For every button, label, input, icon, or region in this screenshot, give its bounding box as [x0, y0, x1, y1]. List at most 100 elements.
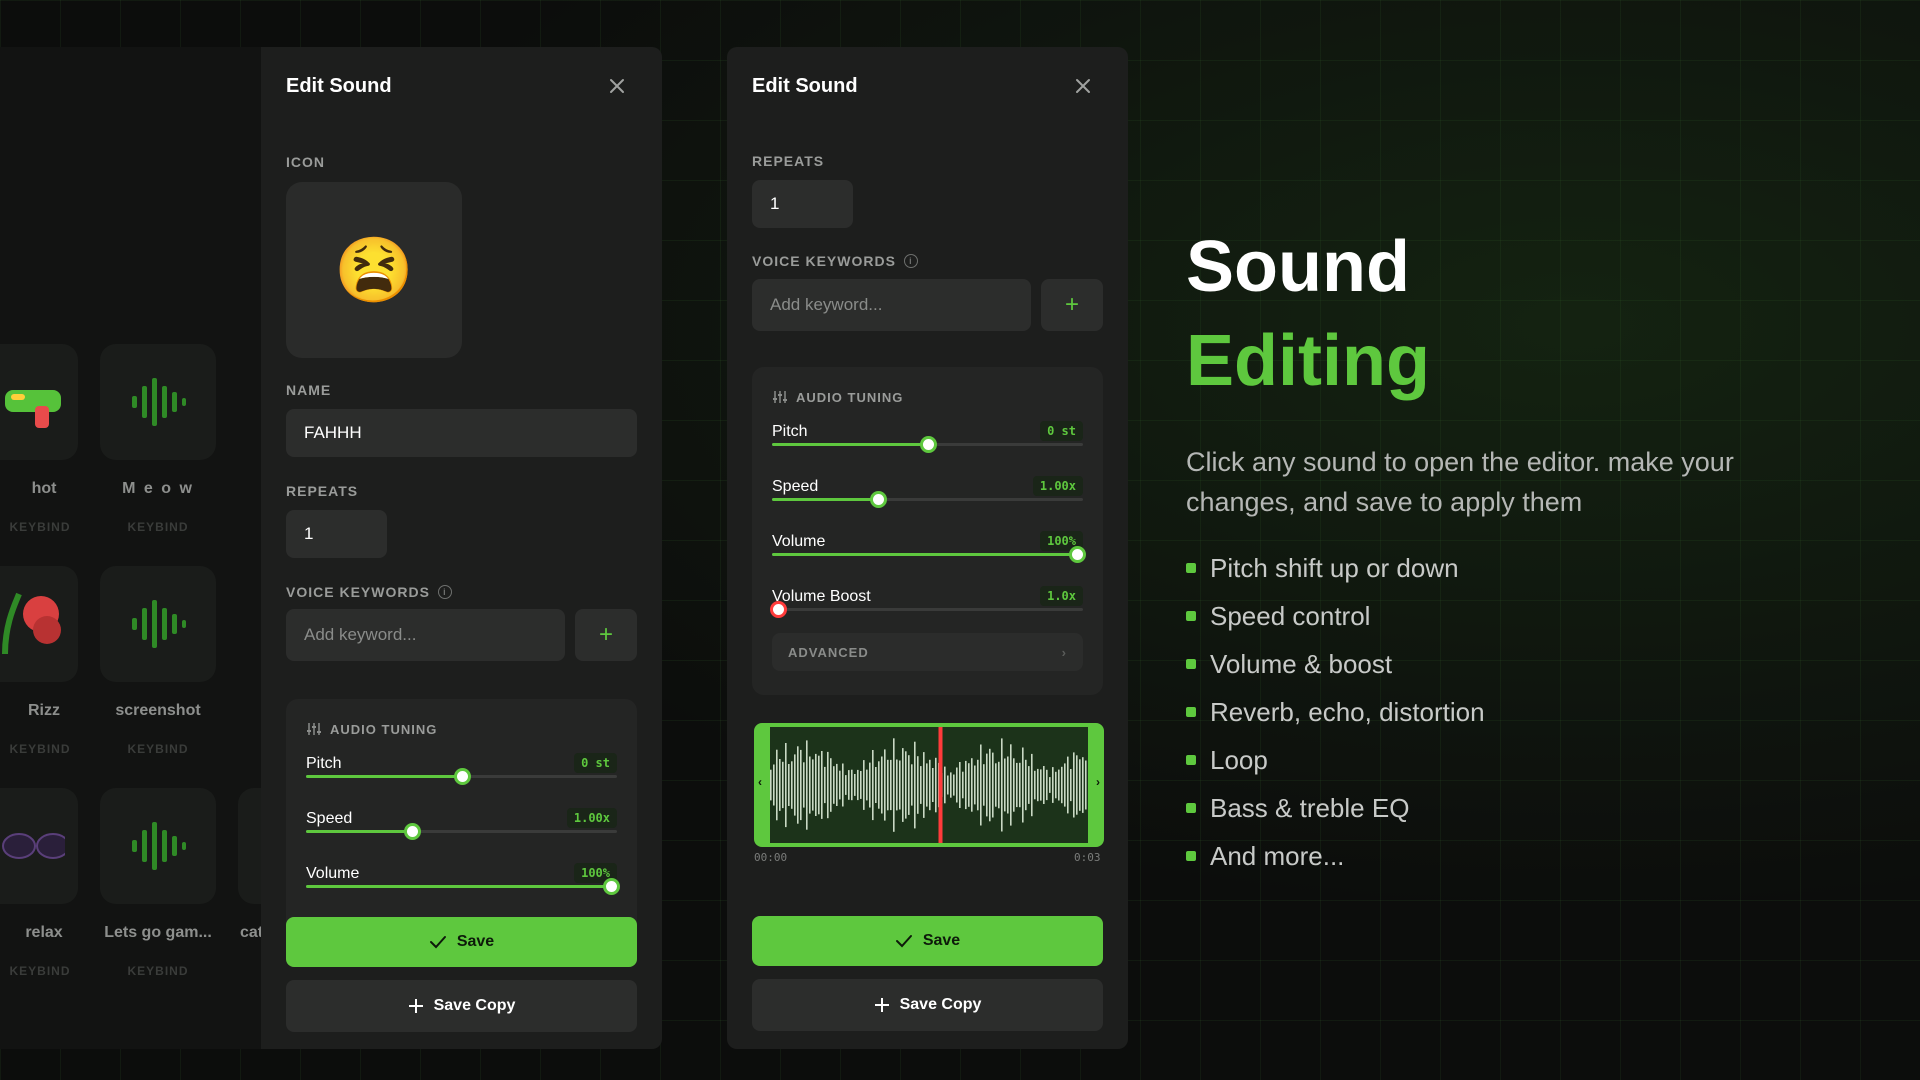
close-icon[interactable] — [608, 77, 626, 95]
time-end: 0:03 — [1074, 851, 1101, 864]
info-icon[interactable]: i — [903, 254, 918, 268]
waveform-bar — [962, 771, 964, 799]
icon-picker[interactable]: 😫 — [286, 182, 462, 358]
waveform-icon — [100, 566, 216, 682]
waveform-bar — [1073, 752, 1075, 818]
sound-card-keybind: KEYBIND — [9, 520, 71, 534]
slider-pitch[interactable]: Pitch 0 st — [306, 753, 617, 799]
check-icon — [895, 935, 912, 948]
slider-pitch[interactable]: Pitch 0 st — [772, 421, 1083, 467]
trim-end-handle[interactable]: › — [1096, 775, 1100, 789]
sound-card-name: cat — [240, 924, 262, 941]
keyword-input[interactable]: Add keyword... — [286, 609, 565, 661]
close-icon[interactable] — [1074, 77, 1092, 95]
slider-volume-boost[interactable]: Volume Boost 1.0x — [770, 586, 1083, 632]
bullet-icon — [1186, 803, 1196, 813]
voice-keywords-label: VOICE KEYWORDS i — [286, 584, 452, 600]
waveform-bar — [980, 744, 982, 826]
feature-item: And more... — [1186, 832, 1886, 880]
sound-card[interactable]: relax KEYBIND — [0, 788, 90, 978]
waveform-bar — [995, 763, 997, 807]
slider-speed[interactable]: Speed 1.00x — [772, 476, 1083, 522]
sound-card[interactable]: hot KEYBIND — [0, 344, 90, 534]
slider-speed[interactable]: Speed 1.00x — [306, 808, 617, 854]
hero-description: Click any sound to open the editor. make… — [1186, 447, 1734, 517]
slider-label: Volume — [772, 533, 826, 550]
repeats-input[interactable]: 1 — [752, 180, 853, 228]
advanced-toggle[interactable]: ADVANCED › — [772, 633, 1083, 671]
sound-card-keybind: KEYBIND — [127, 742, 189, 756]
save-copy-button[interactable]: Save Copy — [752, 979, 1103, 1031]
waveform-bar — [908, 755, 910, 815]
waveform-bar — [1013, 758, 1015, 812]
slider-thumb[interactable] — [919, 436, 937, 453]
waveform-bar — [791, 761, 793, 809]
bullet-icon — [1186, 707, 1196, 717]
waveform-bar — [878, 761, 880, 809]
slider-volume[interactable]: Volume 100% — [772, 531, 1086, 577]
save-button[interactable]: Save — [752, 916, 1103, 966]
save-copy-button[interactable]: Save Copy — [286, 980, 637, 1032]
waveform-bar — [1022, 747, 1024, 823]
voice-keywords-label: VOICE KEYWORDS i — [752, 253, 918, 269]
hero-title-line2: Editing — [1186, 321, 1430, 401]
waveform-bar — [1025, 759, 1027, 811]
waveform-bar — [1040, 769, 1042, 801]
waveform-bar — [809, 756, 811, 814]
add-keyword-button[interactable]: + — [1041, 279, 1103, 331]
waveform-bar — [1064, 763, 1066, 807]
waveform-bar — [911, 764, 913, 806]
waveform-bar — [773, 764, 775, 806]
waveform-trimmer[interactable]: ‹ › — [754, 723, 1104, 847]
waveform-bar — [929, 759, 931, 811]
waveform-bar — [926, 763, 928, 807]
waveform-bar — [887, 759, 889, 811]
trim-start-handle[interactable]: ‹ — [758, 775, 762, 789]
add-keyword-button[interactable]: + — [575, 609, 637, 661]
sound-card-name: Rizz — [28, 702, 60, 719]
slider-thumb[interactable] — [869, 491, 887, 508]
sound-card[interactable]: cat — [226, 788, 262, 942]
waveform-bar — [1085, 760, 1087, 810]
slider-thumb[interactable] — [1068, 546, 1086, 563]
info-icon[interactable]: i — [437, 585, 452, 599]
waveform-bar — [1070, 769, 1072, 802]
sound-card[interactable]: M e o w KEYBIND — [88, 344, 228, 534]
slider-thumb[interactable] — [403, 823, 421, 840]
repeats-input[interactable]: 1 — [286, 510, 387, 558]
waveform-bar — [977, 759, 979, 811]
waveform-bar — [872, 750, 874, 821]
waveform-bar — [770, 769, 772, 801]
keyword-input[interactable]: Add keyword... — [752, 279, 1031, 331]
waveform-bar — [983, 764, 985, 806]
sound-card[interactable]: Lets go gam... KEYBIND — [88, 788, 228, 978]
sound-tile — [238, 788, 262, 904]
name-input[interactable]: FAHHH — [286, 409, 637, 457]
slider-thumb[interactable] — [602, 878, 620, 895]
waveform-bar — [899, 760, 901, 810]
waveform-bar — [1052, 767, 1054, 803]
audio-tuning-header: AUDIO TUNING — [772, 389, 903, 405]
slider-track[interactable] — [772, 608, 1083, 611]
waveform-bar — [935, 757, 937, 813]
slider-label: Volume — [306, 865, 360, 882]
waveform-bar — [1055, 771, 1057, 799]
waveform-bar — [1007, 756, 1009, 814]
slider-volume[interactable]: Volume 100% — [306, 863, 620, 909]
repeats-label: REPEATS — [286, 483, 359, 499]
sound-card[interactable]: Rizz KEYBIND — [0, 566, 90, 756]
waveform-bar — [902, 748, 904, 822]
save-button[interactable]: Save — [286, 917, 637, 967]
waveform-bar — [1049, 777, 1051, 793]
audio-tuning-header: AUDIO TUNING — [306, 721, 437, 737]
sound-card[interactable]: screenshot KEYBIND — [88, 566, 228, 756]
slider-thumb[interactable] — [453, 768, 471, 785]
modal-title: Edit Sound — [752, 75, 858, 97]
waveform-bar — [971, 758, 973, 812]
slider-thumb[interactable] — [770, 601, 788, 618]
waveform-bar — [821, 751, 823, 819]
waveform-bar — [881, 756, 883, 814]
hero-section: Sound Editing Click any sound to open th… — [1186, 220, 1886, 880]
playhead-marker — [938, 727, 943, 843]
modal-title: Edit Sound — [286, 75, 392, 97]
